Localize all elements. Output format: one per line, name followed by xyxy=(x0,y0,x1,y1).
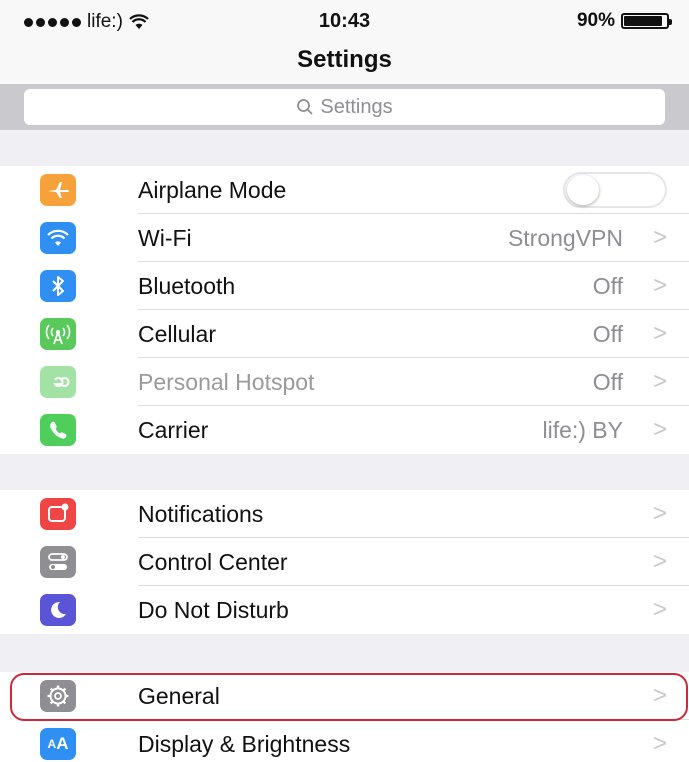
row-value: Off xyxy=(592,321,623,347)
row-value: StrongVPN xyxy=(507,225,623,251)
row-personal-hotspot[interactable]: Personal Hotspot Off > xyxy=(0,358,689,406)
hotspot-icon xyxy=(40,366,76,398)
row-label: General xyxy=(138,683,220,709)
row-label: Airplane Mode xyxy=(138,177,287,203)
row-value: Off xyxy=(592,369,623,395)
row-value: Off xyxy=(592,273,623,299)
row-label: Display & Brightness xyxy=(138,731,351,757)
settings-group-connectivity: Airplane Mode Wi-Fi StrongVPN > Bluetoot… xyxy=(0,166,689,454)
search-input[interactable]: Settings xyxy=(24,89,665,125)
row-label: Notifications xyxy=(138,501,264,527)
row-label: Wi-Fi xyxy=(138,225,192,251)
section-spacer xyxy=(0,634,689,672)
chevron-right-icon: > xyxy=(652,416,667,443)
section-spacer xyxy=(0,130,689,166)
row-display-brightness[interactable]: AA Display & Brightness > xyxy=(0,720,689,762)
row-label: Carrier xyxy=(138,417,209,443)
chevron-right-icon: > xyxy=(652,548,667,575)
search-icon xyxy=(297,99,313,115)
notifications-icon xyxy=(40,498,76,530)
phone-icon xyxy=(40,414,76,446)
chevron-right-icon: > xyxy=(652,682,667,709)
search-placeholder: Settings xyxy=(320,95,393,118)
row-general[interactable]: General > xyxy=(0,672,689,720)
row-label: Control Center xyxy=(138,549,288,575)
cellular-icon xyxy=(40,318,76,350)
airplane-mode-toggle[interactable] xyxy=(563,172,667,208)
row-label: Bluetooth xyxy=(138,273,236,299)
wifi-icon xyxy=(40,222,76,254)
chevron-right-icon: > xyxy=(652,368,667,395)
chevron-right-icon: > xyxy=(652,596,667,623)
status-bar: life:) 10:43 90% xyxy=(0,0,689,40)
row-cellular[interactable]: Cellular Off > xyxy=(0,310,689,358)
row-value: life:) BY xyxy=(542,417,623,443)
airplane-icon xyxy=(40,174,76,206)
row-control-center[interactable]: Control Center > xyxy=(0,538,689,586)
page-title: Settings xyxy=(297,46,392,73)
chevron-right-icon: > xyxy=(652,500,667,527)
chevron-right-icon: > xyxy=(652,272,667,299)
chevron-right-icon: > xyxy=(652,730,667,757)
section-spacer xyxy=(0,454,689,490)
row-airplane-mode: Airplane Mode xyxy=(0,166,689,214)
row-do-not-disturb[interactable]: Do Not Disturb > xyxy=(0,586,689,634)
row-label: Cellular xyxy=(138,321,216,347)
chevron-right-icon: > xyxy=(652,320,667,347)
settings-group-display: General > AA Display & Brightness > xyxy=(0,672,689,762)
row-notifications[interactable]: Notifications > xyxy=(0,490,689,538)
battery-indicator: 90% xyxy=(576,10,672,32)
settings-group-system: Notifications > Control Center > Do Not … xyxy=(0,490,689,634)
row-label: Personal Hotspot xyxy=(138,369,315,395)
navigation-bar: Settings xyxy=(0,40,689,84)
battery-percent: 90% xyxy=(576,10,615,31)
control-center-icon xyxy=(40,546,76,578)
moon-icon xyxy=(40,594,76,626)
row-bluetooth[interactable]: Bluetooth Off > xyxy=(0,262,689,310)
row-carrier[interactable]: Carrier life:) BY > xyxy=(0,406,689,454)
chevron-right-icon: > xyxy=(652,224,667,251)
row-label: Do Not Disturb xyxy=(138,597,289,623)
search-bar: Settings xyxy=(0,84,689,130)
bluetooth-icon xyxy=(40,270,76,302)
gear-icon xyxy=(40,680,76,712)
text-size-icon: AA xyxy=(40,728,76,760)
row-wifi[interactable]: Wi-Fi StrongVPN > xyxy=(0,214,689,262)
battery-icon xyxy=(621,13,672,29)
